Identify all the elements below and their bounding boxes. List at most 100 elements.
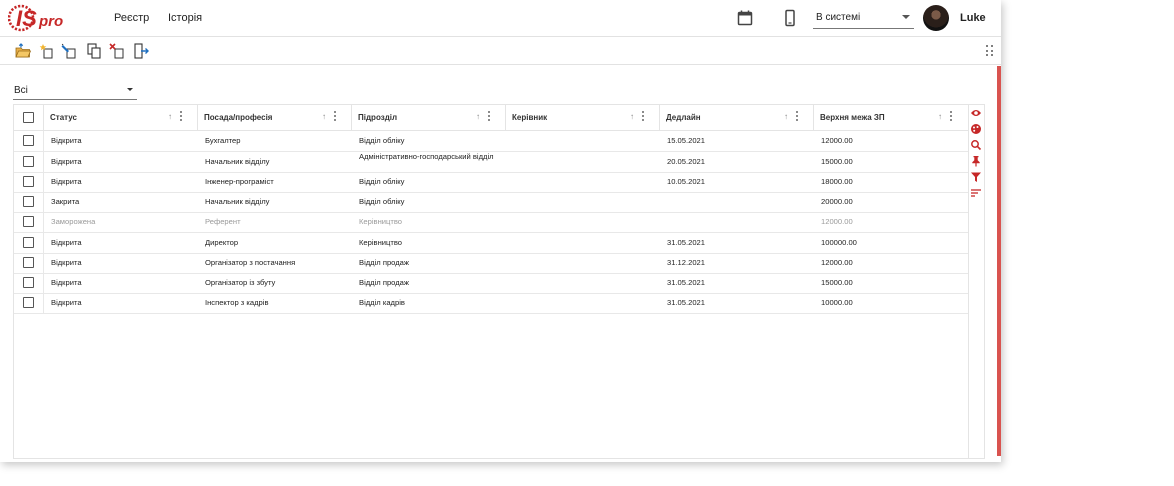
- cell-status: Відкрита: [51, 177, 82, 186]
- cell-deadline: 31.12.2021: [667, 258, 706, 267]
- cell-department: Відділ обліку: [359, 197, 405, 206]
- cell-department: Керівництво: [359, 237, 403, 247]
- column-header-position[interactable]: Посада/професія ↑: [197, 105, 352, 131]
- cell-position: Начальник відділу: [205, 197, 270, 206]
- cell-salary: 12000.00: [821, 217, 853, 226]
- table-row[interactable]: Відкрита Начальник відділу Адміністративно…: [14, 151, 968, 173]
- column-menu-icon[interactable]: [180, 111, 183, 121]
- pin-icon[interactable]: [970, 155, 982, 167]
- cell-salary: 15000.00: [821, 156, 853, 166]
- sort-arrow-icon[interactable]: ↑: [476, 112, 480, 121]
- row-checkbox[interactable]: [23, 216, 34, 227]
- table-row[interactable]: Заморожена Референт Керівництво 12000.00: [14, 212, 968, 233]
- cell-salary: 12000.00: [821, 136, 853, 145]
- toolbar: [0, 37, 1001, 65]
- table-row[interactable]: Відкрита Організатор із збуту Відділ прода…: [14, 273, 968, 294]
- cell-salary: 12000.00: [821, 258, 853, 267]
- column-menu-icon[interactable]: [488, 111, 491, 121]
- sort-arrow-icon[interactable]: ↑: [322, 112, 326, 121]
- exit-icon[interactable]: [132, 42, 150, 60]
- avatar[interactable]: [923, 5, 949, 31]
- sort-icon[interactable]: [970, 187, 982, 199]
- row-checkbox[interactable]: [23, 277, 34, 288]
- cell-status: Відкрита: [51, 136, 82, 145]
- app-window: IS pro Реєстр Історія В системі Luke Всі…: [0, 0, 1001, 462]
- search-icon[interactable]: [970, 139, 982, 151]
- cell-status: Заморожена: [51, 217, 96, 226]
- copy-icon[interactable]: [85, 42, 103, 60]
- cell-status: Відкрита: [51, 156, 82, 166]
- cell-position: Бухгалтер: [205, 136, 241, 145]
- cell-status: Закрита: [51, 197, 80, 206]
- add-icon[interactable]: [38, 42, 56, 60]
- table-row[interactable]: Відкрита Організатор з постачання Відділ п…: [14, 253, 968, 274]
- cell-position: Організатор із збуту: [205, 278, 276, 287]
- column-header-department[interactable]: Підрозділ ↑: [351, 105, 506, 131]
- cell-status: Відкрита: [51, 237, 82, 247]
- column-menu-icon[interactable]: [334, 111, 337, 121]
- table-row[interactable]: Відкрита Директор Керівництво 31.05.2021 100…: [14, 232, 968, 254]
- vertical-scrollbar[interactable]: [997, 66, 1001, 456]
- row-checkbox[interactable]: [23, 297, 34, 308]
- column-header-status[interactable]: Статус ↑: [43, 105, 198, 131]
- status-filter-select[interactable]: Всі: [13, 82, 137, 100]
- filter-icon[interactable]: [970, 171, 982, 183]
- row-checkbox[interactable]: [23, 135, 34, 146]
- column-header-label: Посада/професія: [204, 113, 273, 122]
- row-checkbox[interactable]: [23, 176, 34, 187]
- system-state-select[interactable]: В системі: [813, 9, 914, 29]
- cell-department: Відділ продаж: [359, 258, 409, 267]
- sort-arrow-icon[interactable]: ↑: [938, 112, 942, 121]
- column-menu-icon[interactable]: [642, 111, 645, 121]
- side-tools-panel: [968, 105, 984, 458]
- column-header-label: Підрозділ: [358, 113, 398, 122]
- phone-icon[interactable]: [781, 9, 799, 27]
- table-row[interactable]: Закрита Начальник відділу Відділ обліку 200…: [14, 192, 968, 213]
- select-all-checkbox[interactable]: [23, 112, 34, 123]
- cell-salary: 20000.00: [821, 197, 853, 206]
- column-header-label: Керівник: [512, 113, 548, 122]
- cell-deadline: 31.05.2021: [667, 298, 706, 307]
- sort-arrow-icon[interactable]: ↑: [784, 112, 788, 121]
- cell-status: Відкрита: [51, 298, 82, 307]
- column-menu-icon[interactable]: [796, 111, 799, 121]
- chevron-down-icon: [127, 88, 133, 91]
- column-header-label: Дедлайн: [666, 113, 701, 122]
- nav-history[interactable]: Історія: [168, 12, 202, 24]
- cell-department: Керівництво: [359, 217, 403, 226]
- cell-salary: 100000.00: [821, 237, 857, 247]
- cell-position: Директор: [205, 237, 239, 247]
- row-checkbox[interactable]: [23, 196, 34, 207]
- cell-salary: 15000.00: [821, 278, 853, 287]
- column-header-manager[interactable]: Керівник ↑: [505, 105, 660, 131]
- column-header-label: Статус: [50, 113, 77, 122]
- table-row[interactable]: Відкрита Інспектор з кадрів Відділ кадрів 3…: [14, 293, 968, 314]
- row-checkbox[interactable]: [23, 257, 34, 268]
- table-row[interactable]: Відкрита Інженер-програміст Відділ обліку 1…: [14, 172, 968, 193]
- sort-arrow-icon[interactable]: ↑: [630, 112, 634, 121]
- eye-icon[interactable]: [970, 107, 982, 119]
- row-checkbox[interactable]: [23, 236, 34, 248]
- table-row[interactable]: Відкрита Бухгалтер Відділ обліку 15.05.2021…: [14, 131, 968, 152]
- cell-deadline: 31.05.2021: [667, 237, 706, 247]
- palette-icon[interactable]: [970, 123, 982, 135]
- cell-deadline: 15.05.2021: [667, 136, 706, 145]
- column-header-deadline[interactable]: Дедлайн ↑: [659, 105, 814, 131]
- svg-text:pro: pro: [38, 13, 63, 30]
- calendar-icon[interactable]: [736, 9, 754, 27]
- column-header-salary[interactable]: Верхня межа ЗП ↑: [813, 105, 969, 131]
- cell-position: Начальник відділу: [205, 156, 270, 166]
- open-folder-icon[interactable]: [14, 42, 32, 60]
- column-menu-icon[interactable]: [950, 111, 953, 121]
- row-checkbox[interactable]: [23, 155, 34, 167]
- app-header: IS pro Реєстр Історія В системі Luke: [0, 0, 1001, 37]
- ispro-logo: IS pro: [8, 4, 63, 32]
- select-all-header: [14, 105, 44, 131]
- nav-registry[interactable]: Реєстр: [114, 12, 149, 24]
- apps-menu-icon[interactable]: [986, 45, 994, 57]
- column-header-label: Верхня межа ЗП: [820, 113, 885, 122]
- delete-icon[interactable]: [108, 42, 126, 60]
- edit-icon[interactable]: [61, 42, 79, 60]
- sort-arrow-icon[interactable]: ↑: [168, 112, 172, 121]
- cell-department: Відділ обліку: [359, 177, 405, 186]
